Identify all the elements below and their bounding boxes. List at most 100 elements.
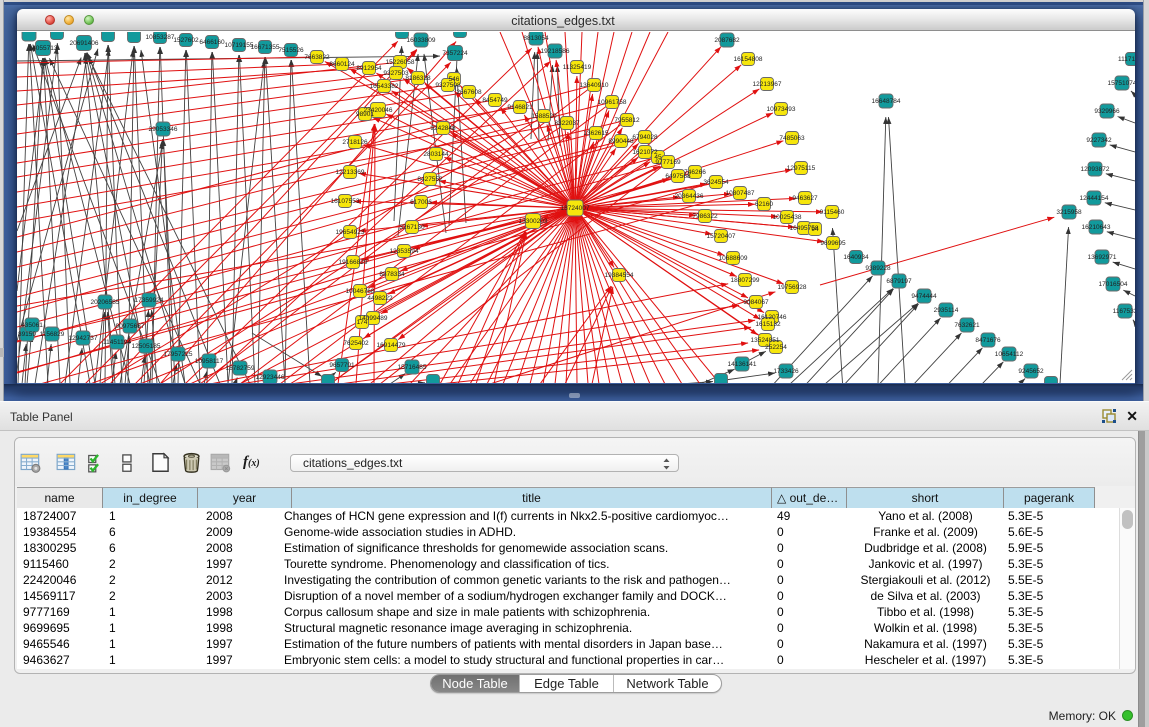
svg-text:19166829: 19166829 xyxy=(339,259,368,266)
svg-text:617006: 617006 xyxy=(410,199,432,206)
svg-text:8186328: 8186328 xyxy=(405,75,431,82)
svg-text:174: 174 xyxy=(357,319,368,326)
svg-text:7986322: 7986322 xyxy=(692,213,718,220)
svg-text:7955812: 7955812 xyxy=(614,117,640,124)
svg-text:1615132: 1615132 xyxy=(755,321,781,328)
svg-text:12213369: 12213369 xyxy=(336,169,365,176)
svg-text:6794028: 6794028 xyxy=(632,134,658,141)
svg-text:7625402: 7625402 xyxy=(343,340,369,347)
svg-text:11171337: 11171337 xyxy=(1118,56,1135,63)
svg-text:1362615: 1362615 xyxy=(583,130,609,137)
svg-text:1733426: 1733426 xyxy=(773,368,799,375)
svg-text:2667608: 2667608 xyxy=(456,89,482,96)
svg-text:16120746: 16120746 xyxy=(758,314,787,321)
svg-text:2718126: 2718126 xyxy=(342,139,368,146)
svg-text:12353594: 12353594 xyxy=(390,248,419,255)
svg-text:62160: 62160 xyxy=(755,201,773,208)
svg-text:29053346: 29053346 xyxy=(149,126,178,133)
svg-text:7515526: 7515526 xyxy=(278,47,304,54)
svg-text:11451194: 11451194 xyxy=(103,339,131,346)
svg-text:12505185: 12505185 xyxy=(132,343,161,350)
svg-text:15716485: 15716485 xyxy=(398,364,427,371)
svg-text:6879197: 6879197 xyxy=(886,278,912,285)
svg-text:18807299: 18807299 xyxy=(731,277,760,284)
svg-text:7663822: 7663822 xyxy=(304,54,330,61)
svg-text:12975115: 12975115 xyxy=(787,165,816,172)
svg-text:16033809: 16033809 xyxy=(407,37,436,44)
svg-text:8454749: 8454749 xyxy=(482,97,508,104)
svg-text:1156829: 1156829 xyxy=(40,331,65,338)
svg-text:13692971: 13692971 xyxy=(1088,254,1117,261)
svg-text:17359924: 17359924 xyxy=(135,297,164,304)
svg-text:14055713: 14055713 xyxy=(29,45,58,52)
svg-text:17016504: 17016504 xyxy=(1099,281,1128,288)
svg-text:4498222: 4498222 xyxy=(367,295,393,302)
svg-text:1527602: 1527602 xyxy=(173,37,199,44)
svg-text:17957225: 17957225 xyxy=(164,351,193,358)
svg-text:15226058: 15226058 xyxy=(386,59,415,66)
svg-text:9329966: 9329966 xyxy=(1094,108,1120,115)
svg-text:16648784: 16648784 xyxy=(872,98,901,105)
svg-text:10688609: 10688609 xyxy=(719,255,748,262)
svg-text:2087682: 2087682 xyxy=(714,37,740,44)
svg-text:20206585: 20206585 xyxy=(91,299,120,306)
svg-text:9245652: 9245652 xyxy=(1018,368,1044,375)
svg-text:18724007: 18724007 xyxy=(561,205,590,212)
svg-text:7485063: 7485063 xyxy=(779,135,805,142)
svg-text:12093872: 12093872 xyxy=(1081,166,1110,173)
svg-text:94: 94 xyxy=(811,226,819,233)
svg-text:9227342: 9227342 xyxy=(1086,137,1112,144)
svg-text:435061: 435061 xyxy=(21,322,43,329)
svg-text:9242848: 9242848 xyxy=(430,125,456,132)
svg-text:8322037: 8322037 xyxy=(554,120,580,127)
svg-text:9146821: 9146821 xyxy=(507,104,533,111)
svg-text:9777169: 9777169 xyxy=(655,159,681,166)
svg-text:8660124: 8660124 xyxy=(329,61,355,68)
svg-text:10853287: 10853287 xyxy=(146,34,175,41)
svg-text:3267130: 3267130 xyxy=(399,224,425,231)
svg-text:9463627: 9463627 xyxy=(792,195,818,202)
svg-text:12942737: 12942737 xyxy=(69,335,98,342)
svg-text:10719155: 10719155 xyxy=(225,42,254,49)
svg-text:1588520: 1588520 xyxy=(531,113,557,120)
svg-text:20691406: 20691406 xyxy=(70,40,99,47)
svg-text:9327508: 9327508 xyxy=(435,82,461,89)
svg-text:19218586: 19218586 xyxy=(541,48,570,55)
svg-text:98901: 98901 xyxy=(356,111,374,118)
svg-text:8990448: 8990448 xyxy=(608,138,634,145)
svg-text:19384554: 19384554 xyxy=(605,272,634,279)
svg-text:16914479: 16914479 xyxy=(377,342,406,349)
svg-text:12444154: 12444154 xyxy=(1080,195,1109,202)
svg-text:16671355: 16671355 xyxy=(251,44,280,51)
svg-text:14136141: 14136141 xyxy=(728,361,757,368)
svg-text:8471676: 8471676 xyxy=(975,337,1001,344)
svg-text:19756928: 19756928 xyxy=(778,284,807,291)
svg-text:10973493: 10973493 xyxy=(767,106,796,113)
svg-text:15751074: 15751074 xyxy=(1108,80,1135,87)
svg-text:6497568: 6497568 xyxy=(665,173,691,180)
svg-text:252254: 252254 xyxy=(765,344,787,351)
svg-text:10025438: 10025438 xyxy=(773,214,802,221)
svg-text:10961758: 10961758 xyxy=(598,99,627,106)
svg-text:9115460: 9115460 xyxy=(820,209,845,216)
svg-text:16782759: 16782759 xyxy=(226,365,255,372)
svg-text:10958117: 10958117 xyxy=(195,358,224,365)
svg-text:16543382: 16543382 xyxy=(370,83,399,90)
svg-text:9699695: 9699695 xyxy=(820,240,846,247)
svg-text:9389228: 9389228 xyxy=(865,265,891,272)
svg-text:19654923: 19654923 xyxy=(336,229,365,236)
svg-text:16107553: 16107553 xyxy=(331,198,360,205)
svg-text:2803144: 2803144 xyxy=(423,151,449,158)
svg-text:8427552: 8427552 xyxy=(417,176,443,183)
svg-text:1640934: 1640934 xyxy=(843,254,869,261)
svg-text:9657791: 9657791 xyxy=(329,362,355,369)
svg-text:16210643: 16210643 xyxy=(1082,224,1111,231)
svg-text:12213967: 12213967 xyxy=(753,81,782,88)
svg-text:8912954: 8912954 xyxy=(356,65,382,72)
svg-text:7632621: 7632621 xyxy=(954,322,980,329)
svg-text:15720407: 15720407 xyxy=(707,233,736,240)
svg-text:12923446: 12923446 xyxy=(256,374,285,381)
svg-text:13300203: 13300203 xyxy=(519,218,548,225)
svg-text:10046768: 10046768 xyxy=(346,288,375,295)
svg-text:1167533: 1167533 xyxy=(1113,308,1135,315)
